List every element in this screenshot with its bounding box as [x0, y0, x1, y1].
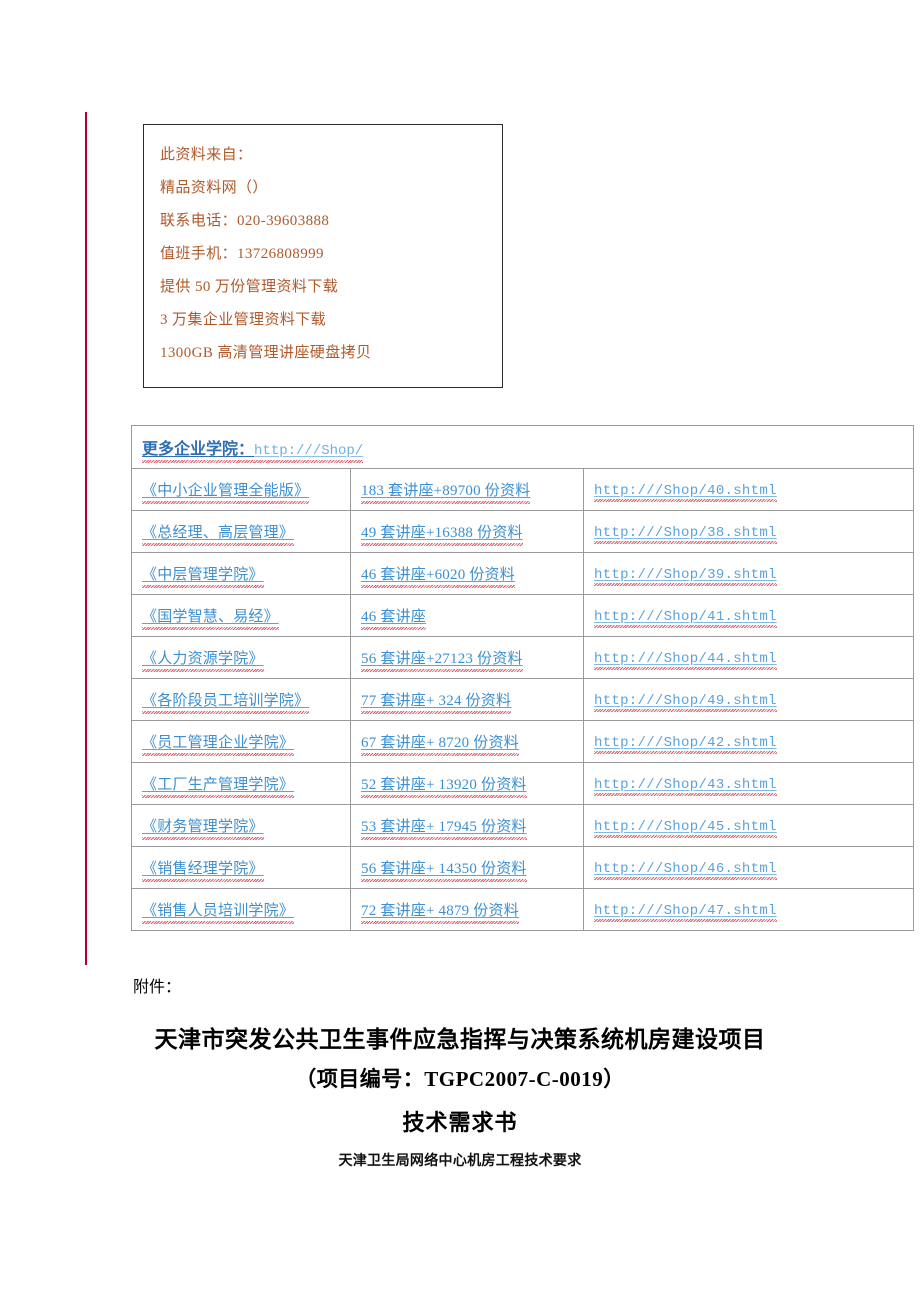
table-row: 《中层管理学院》 46 套讲座+6020 份资料 http:///Shop/39… [131, 552, 914, 595]
course-url-cell: http:///Shop/45.shtml [583, 804, 914, 847]
course-url-cell: http:///Shop/43.shtml [583, 762, 914, 805]
course-count-link[interactable]: 183 套讲座+89700 份资料 [361, 479, 531, 504]
course-url-cell: http:///Shop/39.shtml [583, 552, 914, 595]
course-name-cell: 《总经理、高层管理》 [131, 510, 351, 553]
course-name-cell: 《销售人员培训学院》 [131, 888, 351, 931]
course-name-link[interactable]: 《人力资源学院》 [142, 647, 264, 672]
course-name-cell: 《国学智慧、易经》 [131, 594, 351, 637]
course-name-link[interactable]: 《中层管理学院》 [142, 563, 264, 588]
course-count-link[interactable]: 46 套讲座 [361, 605, 426, 630]
course-count-cell: 49 套讲座+16388 份资料 [350, 510, 584, 553]
course-count-cell: 46 套讲座 [350, 594, 584, 637]
course-name-link[interactable]: 《中小企业管理全能版》 [142, 479, 310, 504]
course-count-link[interactable]: 53 套讲座+ 17945 份资料 [361, 815, 527, 840]
course-name-link[interactable]: 《销售人员培训学院》 [142, 899, 295, 924]
course-count-link[interactable]: 56 套讲座+27123 份资料 [361, 647, 523, 672]
course-count-link[interactable]: 49 套讲座+16388 份资料 [361, 521, 523, 546]
course-url-link[interactable]: http:///Shop/44.shtml [594, 651, 777, 670]
course-name-cell: 《销售经理学院》 [131, 846, 351, 889]
course-url-link[interactable]: http:///Shop/40.shtml [594, 483, 777, 502]
course-count-cell: 67 套讲座+ 8720 份资料 [350, 720, 584, 763]
course-count-link[interactable]: 77 套讲座+ 324 份资料 [361, 689, 512, 714]
project-code: （项目编号：TGPC2007-C-0019） [295, 1067, 625, 1091]
course-url-cell: http:///Shop/42.shtml [583, 720, 914, 763]
info-line-4: 值班手机：13726808999 [160, 246, 324, 262]
course-url-cell: http:///Shop/40.shtml [583, 468, 914, 511]
course-url-cell: http:///Shop/46.shtml [583, 846, 914, 889]
table-header-row: 更多企业学院：http:///Shop/ [131, 425, 914, 469]
course-url-cell: http:///Shop/49.shtml [583, 678, 914, 721]
course-url-link[interactable]: http:///Shop/43.shtml [594, 777, 777, 796]
course-url-link[interactable]: http:///Shop/49.shtml [594, 693, 777, 712]
course-name-cell: 《财务管理学院》 [131, 804, 351, 847]
course-url-cell: http:///Shop/47.shtml [583, 888, 914, 931]
table-row: 《各阶段员工培训学院》 77 套讲座+ 324 份资料 http:///Shop… [131, 678, 914, 721]
course-url-link[interactable]: http:///Shop/38.shtml [594, 525, 777, 544]
course-url-link[interactable]: http:///Shop/39.shtml [594, 567, 777, 586]
document-caption: 天津卫生局网络中心机房工程技术要求 [338, 1152, 582, 1168]
table-header-url-link[interactable]: http:///Shop/ [254, 443, 364, 463]
course-count-cell: 72 套讲座+ 4879 份资料 [350, 888, 584, 931]
course-count-cell: 46 套讲座+6020 份资料 [350, 552, 584, 595]
source-info-box: 此资料来自： 精品资料网（） 联系电话：020-39603888 值班手机：13… [143, 124, 503, 388]
info-line-3: 联系电话：020-39603888 [160, 213, 330, 229]
info-line-1: 此资料来自： [160, 139, 502, 172]
course-name-cell: 《各阶段员工培训学院》 [131, 678, 351, 721]
course-count-link[interactable]: 56 套讲座+ 14350 份资料 [361, 857, 527, 882]
table-header-label: 更多企业学院： [142, 435, 255, 463]
info-line-1-text: 此资料来自： [160, 147, 253, 163]
course-name-link[interactable]: 《财务管理学院》 [142, 815, 264, 840]
info-line-6: 3 万集企业管理资料下载 [160, 312, 327, 328]
course-name-cell: 《中层管理学院》 [131, 552, 351, 595]
course-count-cell: 56 套讲座+27123 份资料 [350, 636, 584, 679]
course-count-cell: 53 套讲座+ 17945 份资料 [350, 804, 584, 847]
business-academy-link-table: 更多企业学院：http:///Shop/ 《中小企业管理全能版》 183 套讲座… [131, 425, 914, 931]
course-name-link[interactable]: 《国学智慧、易经》 [142, 605, 279, 630]
course-url-link[interactable]: http:///Shop/41.shtml [594, 609, 777, 628]
course-name-cell: 《人力资源学院》 [131, 636, 351, 679]
course-url-cell: http:///Shop/38.shtml [583, 510, 914, 553]
course-url-link[interactable]: http:///Shop/42.shtml [594, 735, 777, 754]
course-name-cell: 《员工管理企业学院》 [131, 720, 351, 763]
course-name-link[interactable]: 《员工管理企业学院》 [142, 731, 295, 756]
course-url-link[interactable]: http:///Shop/45.shtml [594, 819, 777, 838]
course-count-cell: 56 套讲座+ 14350 份资料 [350, 846, 584, 889]
attachment-label: 附件： [133, 979, 182, 996]
info-line-7: 1300GB 高清管理讲座硬盘拷贝 [160, 345, 372, 361]
course-count-link[interactable]: 46 套讲座+6020 份资料 [361, 563, 515, 588]
course-count-link[interactable]: 52 套讲座+ 13920 份资料 [361, 773, 527, 798]
course-name-cell: 《工厂生产管理学院》 [131, 762, 351, 805]
table-row: 《销售经理学院》 56 套讲座+ 14350 份资料 http:///Shop/… [131, 846, 914, 889]
course-name-link[interactable]: 《工厂生产管理学院》 [142, 773, 295, 798]
course-name-link[interactable]: 《销售经理学院》 [142, 857, 264, 882]
course-count-link[interactable]: 67 套讲座+ 8720 份资料 [361, 731, 519, 756]
course-url-link[interactable]: http:///Shop/47.shtml [594, 903, 777, 922]
course-count-cell: 52 套讲座+ 13920 份资料 [350, 762, 584, 805]
course-name-link[interactable]: 《各阶段员工培训学院》 [142, 689, 310, 714]
page-title: 天津市突发公共卫生事件应急指挥与决策系统机房建设项目 [154, 1027, 766, 1052]
course-name-link[interactable]: 《总经理、高层管理》 [142, 521, 295, 546]
table-row: 《工厂生产管理学院》 52 套讲座+ 13920 份资料 http:///Sho… [131, 762, 914, 805]
table-row: 《总经理、高层管理》 49 套讲座+16388 份资料 http:///Shop… [131, 510, 914, 553]
info-line-5: 提供 50 万份管理资料下载 [160, 279, 339, 295]
info-line-2: 精品资料网（） [160, 180, 268, 196]
table-row: 《销售人员培训学院》 72 套讲座+ 4879 份资料 http:///Shop… [131, 888, 914, 931]
table-row: 《国学智慧、易经》 46 套讲座 http:///Shop/41.shtml [131, 594, 914, 637]
course-count-cell: 183 套讲座+89700 份资料 [350, 468, 584, 511]
table-header-cell: 更多企业学院：http:///Shop/ [131, 425, 914, 469]
document-subtitle: 技术需求书 [402, 1110, 518, 1135]
course-name-cell: 《中小企业管理全能版》 [131, 468, 351, 511]
course-url-cell: http:///Shop/41.shtml [583, 594, 914, 637]
course-url-cell: http:///Shop/44.shtml [583, 636, 914, 679]
revision-change-bar [85, 112, 87, 965]
course-count-cell: 77 套讲座+ 324 份资料 [350, 678, 584, 721]
course-url-link[interactable]: http:///Shop/46.shtml [594, 861, 777, 880]
course-count-link[interactable]: 72 套讲座+ 4879 份资料 [361, 899, 519, 924]
table-row: 《中小企业管理全能版》 183 套讲座+89700 份资料 http:///Sh… [131, 468, 914, 511]
table-row: 《财务管理学院》 53 套讲座+ 17945 份资料 http:///Shop/… [131, 804, 914, 847]
table-row: 《员工管理企业学院》 67 套讲座+ 8720 份资料 http:///Shop… [131, 720, 914, 763]
table-row: 《人力资源学院》 56 套讲座+27123 份资料 http:///Shop/4… [131, 636, 914, 679]
